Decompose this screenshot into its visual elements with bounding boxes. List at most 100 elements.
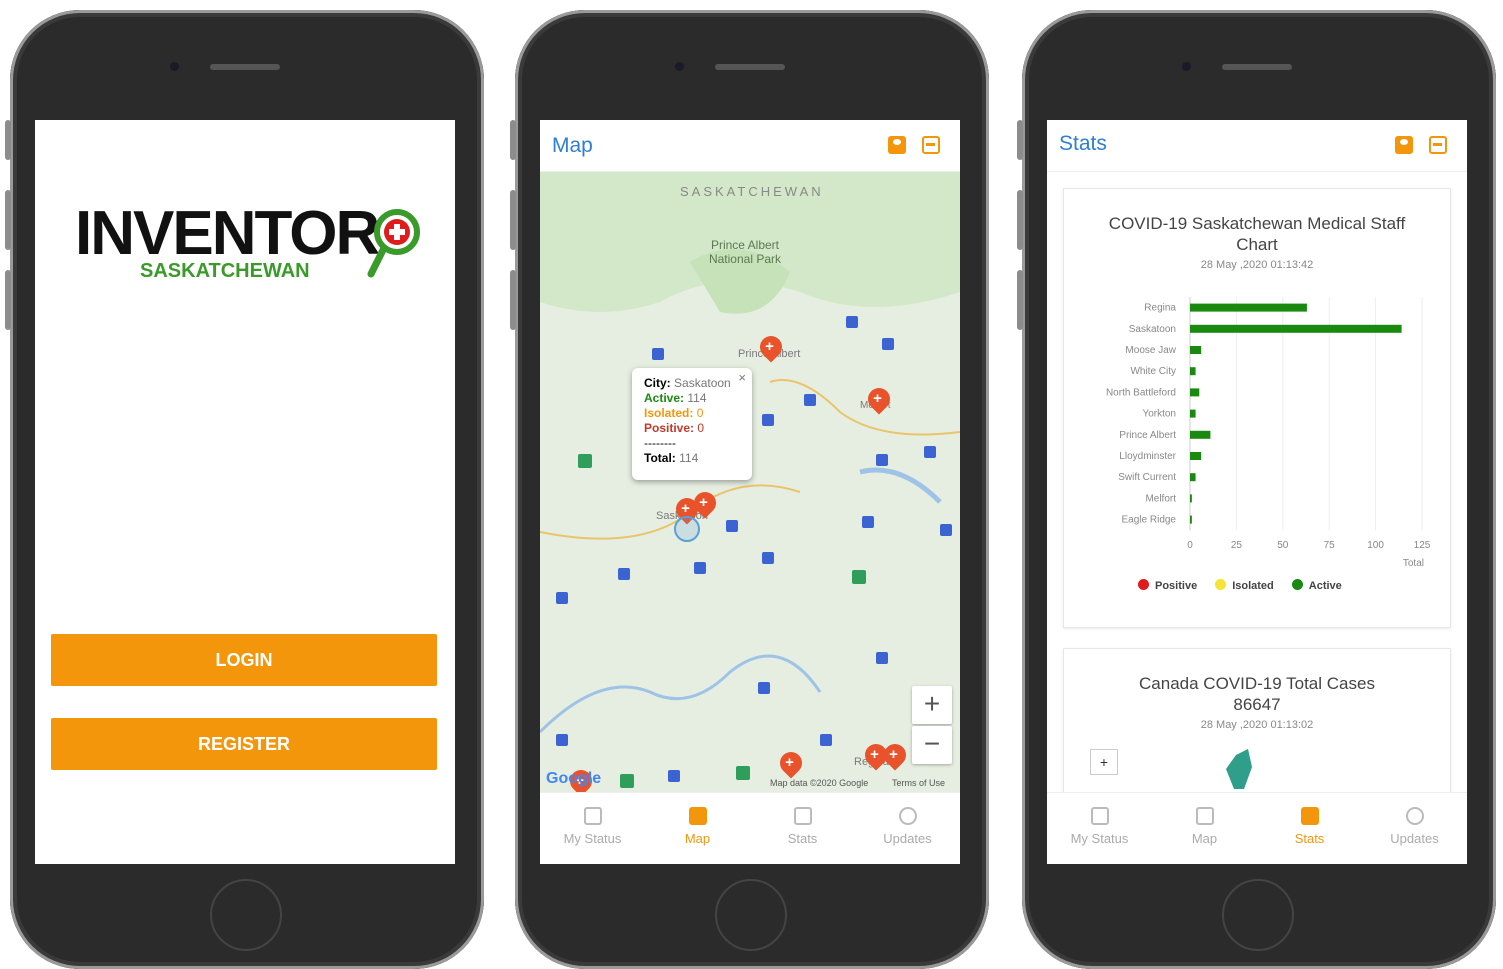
logo-subtitle: SASKATCHEWAN xyxy=(140,260,310,282)
logout-icon[interactable] xyxy=(1429,136,1447,154)
phone-button xyxy=(510,270,516,330)
popup-positive-label: Positive: xyxy=(644,421,695,435)
highway-icon xyxy=(556,734,568,746)
logout-icon[interactable] xyxy=(922,136,940,154)
park-label: Prince Albert National Park xyxy=(708,238,782,266)
tab-map[interactable]: Map xyxy=(645,793,750,864)
tab-my-status[interactable]: My Status xyxy=(1047,793,1152,864)
map-icon xyxy=(1195,807,1214,825)
camera xyxy=(170,62,179,71)
tab-stats[interactable]: Stats xyxy=(1257,793,1362,864)
speaker xyxy=(1222,64,1292,70)
login-button[interactable]: LOGIN xyxy=(51,634,437,686)
canada-date: 28 May ,2020 01:13:02 xyxy=(1200,719,1314,731)
phone-button xyxy=(5,190,11,250)
tab-stats[interactable]: Stats xyxy=(750,793,855,864)
plus-square-icon xyxy=(1090,807,1109,825)
tab-my-status[interactable]: My Status xyxy=(540,793,645,864)
bar-active xyxy=(1190,346,1202,354)
popup-positive-row: Positive: 0 xyxy=(644,421,740,436)
zoom-in-button[interactable]: + xyxy=(912,686,952,724)
popup-total-label: Total: xyxy=(644,451,676,465)
register-button[interactable]: REGISTER xyxy=(51,718,437,770)
legend-dot xyxy=(1215,579,1227,590)
tab-map[interactable]: Map xyxy=(1152,793,1257,864)
location-circle xyxy=(674,516,700,542)
phone-map: Map SASKATCHEWAN Prince Albert National … xyxy=(510,10,989,969)
y-tick-label: Eagle Ridge xyxy=(1122,515,1177,526)
bar-active xyxy=(1190,452,1202,460)
tab-bar: My Status Map Stats Updates xyxy=(540,792,960,864)
home-button[interactable] xyxy=(715,879,787,951)
tab-updates[interactable]: Updates xyxy=(1362,793,1467,864)
highway-icon xyxy=(762,552,774,564)
highway-icon xyxy=(758,682,770,694)
legend-positive[interactable]: Positive xyxy=(1138,579,1197,592)
legend-dot xyxy=(1138,579,1149,590)
x-tick-label: 75 xyxy=(1324,540,1336,551)
highway-icon xyxy=(876,454,888,466)
tab-updates[interactable]: Updates xyxy=(855,793,960,864)
map-icon xyxy=(688,807,707,825)
highway-icon xyxy=(652,348,664,360)
highway-icon xyxy=(882,338,894,350)
x-tick-label: 50 xyxy=(1277,540,1289,551)
tab-label: My Status xyxy=(563,831,622,846)
highway-icon xyxy=(804,394,816,406)
province-label: SASKATCHEWAN xyxy=(680,184,824,199)
legend-active[interactable]: Active xyxy=(1291,579,1342,592)
hospital-icon xyxy=(578,454,592,468)
popup-isolated-value: 0 xyxy=(696,406,704,420)
hospital-icon xyxy=(852,570,866,584)
chart-legend: Positive Isolated Active xyxy=(1138,579,1342,592)
highway-icon xyxy=(618,568,630,580)
tab-label: Stats xyxy=(1294,831,1325,846)
login-screen: INVENTOR SASKATCHEWAN LOGIN REGISTER xyxy=(35,120,455,864)
map-data-text: Map data ©2020 Google xyxy=(770,778,869,788)
phone-button xyxy=(1017,120,1023,160)
bar-active xyxy=(1190,324,1402,333)
legend-isolated[interactable]: Isolated xyxy=(1215,579,1274,592)
phone-button xyxy=(510,190,516,250)
highway-icon xyxy=(556,592,568,604)
profile-icon[interactable] xyxy=(1395,136,1413,154)
y-tick-label: Yorkton xyxy=(1142,409,1176,420)
terms-link[interactable]: Terms of Use xyxy=(892,778,945,788)
x-tick-label: 125 xyxy=(1414,540,1431,551)
speaker xyxy=(210,64,280,70)
bar-active xyxy=(1190,303,1307,312)
phone-button xyxy=(1017,190,1023,250)
profile-icon[interactable] xyxy=(888,136,906,154)
zoom-out-button[interactable]: − xyxy=(912,726,952,764)
chart-title: COVID-19 Saskatchewan Medical Staff Char… xyxy=(1108,214,1406,254)
highway-icon xyxy=(940,524,952,536)
y-tick-label: Regina xyxy=(1144,303,1176,314)
popup-divider: -------- xyxy=(644,436,676,450)
phone-button xyxy=(1017,270,1023,330)
highway-icon xyxy=(694,562,706,574)
y-tick-label: Prince Albert xyxy=(1119,430,1176,441)
tab-label: Stats xyxy=(787,831,818,846)
map-zoom-in-button[interactable]: + xyxy=(1090,749,1118,775)
bar-active xyxy=(1190,388,1200,397)
refresh-icon xyxy=(898,807,917,825)
x-tick-label: 25 xyxy=(1231,540,1243,551)
canada-cases-card: Canada COVID-19 Total Cases 86647 28 May… xyxy=(1063,648,1451,808)
logo-text: INVENTOR xyxy=(75,199,380,268)
speaker xyxy=(715,64,785,70)
bar-chart-icon xyxy=(1300,807,1319,825)
popup-active-label: Active: xyxy=(644,391,685,405)
city-info-popup: × City: Saskatoon Active: 114 Isolated: … xyxy=(632,368,752,480)
bar-active xyxy=(1190,430,1211,439)
map-view[interactable]: SASKATCHEWAN Prince Albert National Park… xyxy=(540,172,960,792)
tab-label: Map xyxy=(684,831,711,846)
popup-total-value: 114 xyxy=(679,451,699,465)
home-button[interactable] xyxy=(1222,879,1294,951)
plus-square-icon xyxy=(583,807,602,825)
tab-label: Map xyxy=(1191,831,1218,846)
home-button[interactable] xyxy=(210,879,282,951)
popup-positive-value: 0 xyxy=(697,421,705,435)
close-icon[interactable]: × xyxy=(738,370,746,385)
legend-label: Isolated xyxy=(1232,580,1274,592)
canada-map-fragment xyxy=(1226,749,1252,789)
